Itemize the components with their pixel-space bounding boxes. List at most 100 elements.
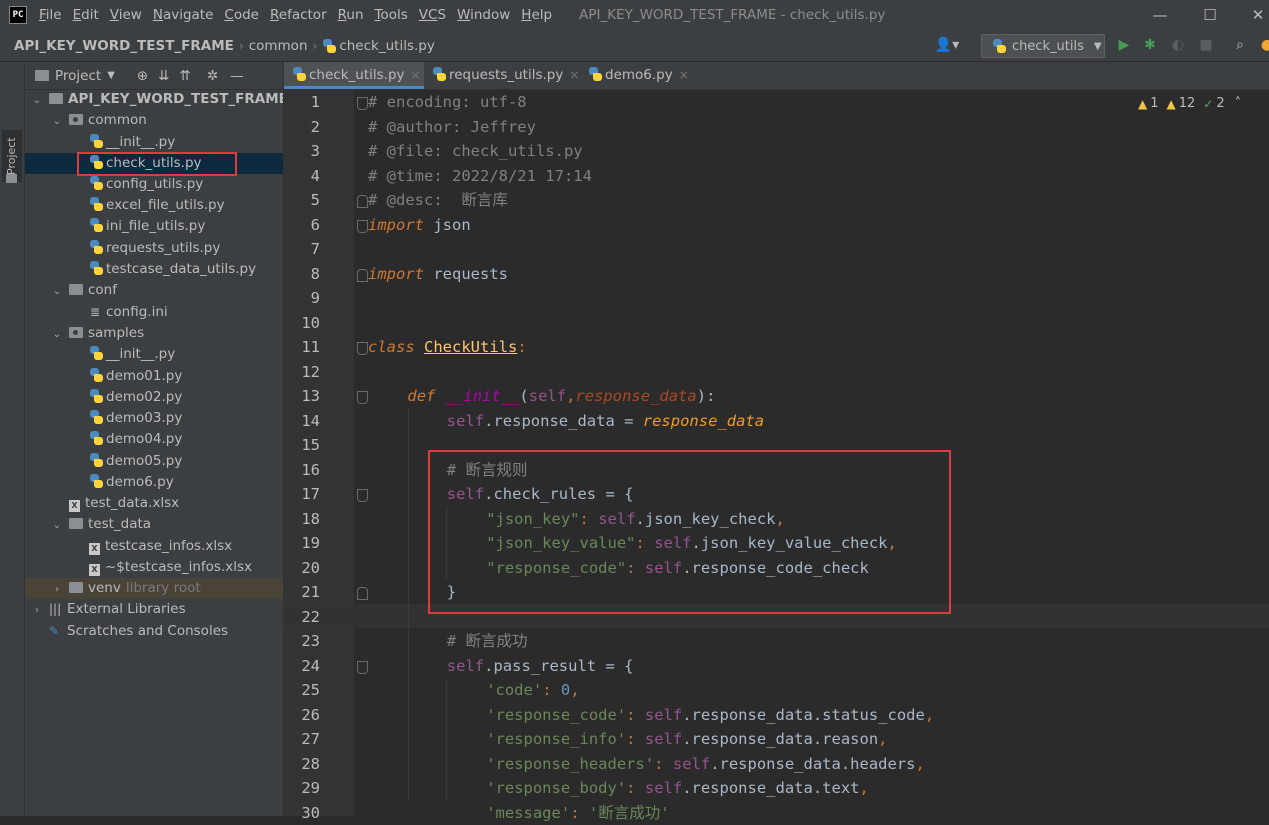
inspection-widget[interactable]: ▲ 1 ▲ 12 ✓ 2 ˄: [1138, 96, 1241, 111]
package-folder-icon: [69, 327, 83, 338]
maximize-button[interactable]: ☐: [1188, 0, 1232, 30]
fold-marker-icon[interactable]: [357, 195, 368, 208]
menu-item[interactable]: File: [39, 7, 62, 23]
editor-tab[interactable]: check_utils.py×: [284, 62, 424, 89]
tree-item[interactable]: excel_file_utils.py: [25, 195, 283, 216]
tree-item[interactable]: X~$testcase_infos.xlsx: [25, 557, 283, 578]
tree-item[interactable]: ›venvlibrary root: [25, 578, 283, 599]
menu-item[interactable]: Help: [521, 7, 552, 23]
tree-item[interactable]: demo04.py: [25, 429, 283, 450]
user-icon[interactable]: 👤▾: [932, 35, 962, 55]
line-number: 15: [284, 433, 320, 458]
breadcrumb-project[interactable]: API_KEY_WORD_TEST_FRAME: [14, 38, 234, 54]
editor-tab[interactable]: demo6.py×: [580, 62, 700, 89]
menu-item[interactable]: View: [110, 7, 142, 23]
line-number: 6: [284, 213, 320, 238]
fold-marker-icon[interactable]: [357, 97, 368, 110]
menu-item[interactable]: Run: [338, 7, 364, 23]
stop-button[interactable]: ■: [1196, 35, 1216, 55]
code-line: 'code': 0,: [486, 678, 579, 703]
tree-item-label: test_data.xlsx: [85, 495, 179, 511]
tree-item[interactable]: ⌄conf: [25, 280, 283, 301]
fold-marker-icon[interactable]: [357, 220, 368, 233]
line-number: 11: [284, 335, 320, 360]
tree-item[interactable]: ⌄test_data: [25, 514, 283, 535]
coverage-button[interactable]: ◐: [1168, 35, 1188, 55]
menu-item[interactable]: Code: [224, 7, 259, 23]
line-number: 13: [284, 384, 320, 409]
tree-item[interactable]: ›|||External Libraries: [25, 599, 283, 620]
breadcrumb-file[interactable]: check_utils.py: [339, 38, 435, 54]
search-button[interactable]: ⌕: [1230, 35, 1250, 55]
expand-arrow-icon[interactable]: ›: [51, 579, 63, 600]
fold-marker-icon[interactable]: [357, 661, 368, 674]
folder-icon: [69, 518, 83, 529]
close-tab-icon[interactable]: ×: [569, 68, 579, 82]
tree-item[interactable]: testcase_data_utils.py: [25, 259, 283, 280]
tree-item-label: samples: [88, 325, 144, 341]
tree-item[interactable]: __init__.py: [25, 132, 283, 153]
tree-item[interactable]: ⌄ samples: [25, 323, 283, 344]
tree-item-label: testcase_infos.xlsx: [105, 538, 232, 554]
close-tab-icon[interactable]: ×: [411, 68, 421, 82]
expand-arrow-icon[interactable]: ›: [31, 600, 43, 621]
expand-arrow-icon[interactable]: ⌄: [51, 515, 63, 536]
menu-item[interactable]: Tools: [375, 7, 408, 23]
update-icon[interactable]: ●: [1257, 35, 1269, 55]
fold-marker-icon[interactable]: [357, 391, 368, 404]
expand-arrow-icon[interactable]: ⌄: [51, 281, 63, 302]
menu-item[interactable]: Navigate: [153, 7, 214, 23]
tree-item[interactable]: ini_file_utils.py: [25, 216, 283, 237]
tree-item[interactable]: demo05.py: [25, 451, 283, 472]
tree-item[interactable]: demo6.py: [25, 472, 283, 493]
tree-item[interactable]: demo02.py: [25, 387, 283, 408]
menu-item[interactable]: Window: [457, 7, 510, 23]
chevron-up-icon[interactable]: ˄: [1235, 96, 1242, 111]
fold-marker-icon[interactable]: [357, 587, 368, 600]
menu-item[interactable]: Refactor: [270, 7, 327, 23]
menu-item[interactable]: Edit: [73, 7, 99, 23]
python-file-icon: [89, 197, 103, 211]
tree-item[interactable]: config_utils.py: [25, 174, 283, 195]
tree-item-label: demo05.py: [106, 453, 182, 469]
tree-item[interactable]: demo01.py: [25, 366, 283, 387]
typo-icon: ✓: [1203, 97, 1213, 111]
tree-item[interactable]: ≣config.ini: [25, 302, 283, 323]
tree-item[interactable]: requests_utils.py: [25, 238, 283, 259]
run-button[interactable]: ▶: [1114, 35, 1134, 55]
tree-item-label: testcase_data_utils.py: [106, 261, 256, 277]
gear-icon[interactable]: ✲: [207, 68, 218, 84]
close-window-button[interactable]: ✕: [1236, 0, 1269, 30]
collapse-all-icon[interactable]: ⇈: [180, 68, 191, 84]
menu-item[interactable]: VCS: [419, 7, 446, 23]
fold-marker-icon[interactable]: [357, 342, 368, 355]
tree-item[interactable]: Xtestcase_infos.xlsx: [25, 536, 283, 557]
project-view-select[interactable]: Project: [55, 68, 101, 84]
breadcrumb-folder[interactable]: common: [249, 38, 308, 54]
debug-button[interactable]: ✱: [1140, 35, 1160, 55]
tree-item[interactable]: ⌄common: [25, 110, 283, 131]
expand-all-icon[interactable]: ⇊: [158, 68, 169, 84]
tree-item[interactable]: demo03.py: [25, 408, 283, 429]
run-configuration-select[interactable]: check_utils ▼: [981, 34, 1105, 58]
line-number: 12: [284, 360, 320, 385]
expand-arrow-icon[interactable]: ⌄: [31, 90, 43, 111]
fold-marker-icon[interactable]: [357, 269, 368, 282]
editor-tab[interactable]: requests_utils.py ×: [424, 62, 580, 89]
close-tab-icon[interactable]: ×: [679, 68, 689, 82]
hide-icon[interactable]: —: [230, 68, 244, 84]
tab-label: requests_utils.py: [449, 67, 563, 83]
tree-item[interactable]: ✎Scratches and Consoles: [25, 621, 283, 642]
fold-marker-icon[interactable]: [357, 489, 368, 502]
expand-arrow-icon[interactable]: ⌄: [51, 324, 63, 345]
minimize-button[interactable]: —: [1138, 0, 1182, 30]
expand-arrow-icon[interactable]: ⌄: [51, 111, 63, 132]
tree-item-label: demo6.py: [106, 474, 174, 490]
tree-item-label: venv: [88, 580, 121, 596]
chevron-down-icon[interactable]: ▼: [107, 70, 115, 81]
tree-item[interactable]: ⌄API_KEY_WORD_TEST_FRAMEE:\: [25, 89, 283, 110]
line-number: 30: [284, 801, 320, 825]
tree-item[interactable]: Xtest_data.xlsx: [25, 493, 283, 514]
locate-icon[interactable]: ⊕: [137, 68, 148, 84]
tree-item[interactable]: __init__.py: [25, 344, 283, 365]
